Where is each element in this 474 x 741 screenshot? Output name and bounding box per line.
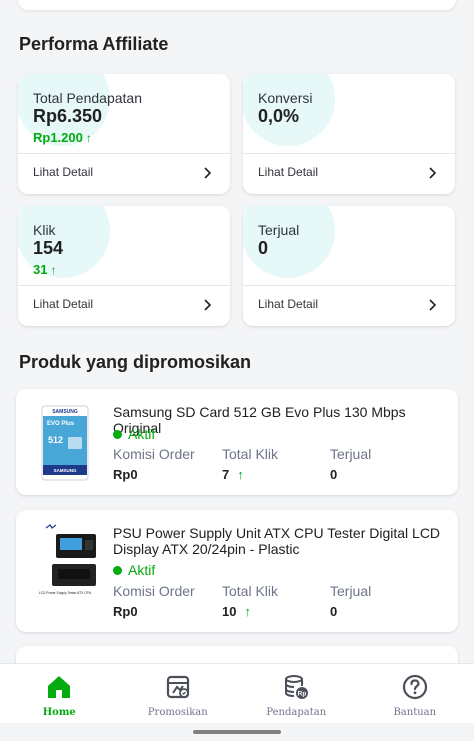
product-status: Aktif [113,562,155,578]
card-divider [243,153,455,154]
arrow-up-icon: ↑ [237,467,244,482]
products-section-title: Produk yang dipromosikan [19,352,252,372]
product-card[interactable]: LCD Power Supply Tester ATX CPU PSU Powe… [16,510,458,632]
status-dot-icon [113,429,122,439]
metric-value: 10 ↑ [222,604,278,619]
metric-label: Komisi Order [113,446,195,462]
metric-value-text: Rp0 [113,604,138,619]
product-image-psu-tester: LCD Power Supply Tester ATX CPU [39,524,96,595]
stat-value: 0,0% [258,106,300,126]
metric-komisi-order: Komisi Order Rp0 [113,446,195,482]
svg-text:Rp: Rp [298,691,307,698]
metric-label: Total Klik [222,446,279,462]
stat-label: Total Pendapatan [33,90,142,106]
metric-komisi-order: Komisi Order Rp0 [113,583,195,619]
metric-value-text: 7 [222,467,230,482]
nav-item-promosikan[interactable]: Promosikan [119,664,238,723]
metric-value: Rp0 [113,467,195,482]
lihat-detail-link[interactable]: Lihat Detail [33,297,93,311]
card-decoration [18,206,110,278]
bottom-navigation: Home Promosikan Rp Pendapatan Bantuan [0,663,474,723]
stat-value: 154 [33,238,64,258]
lihat-detail-link[interactable]: Lihat Detail [258,297,318,311]
performance-section-title: Performa Affiliate [19,34,169,54]
metric-label: Terjual [330,446,372,462]
metric-value-text: 0 [330,604,338,619]
nav-label: Promosikan [147,707,208,718]
thumb-brand: SAMSUNG [52,409,78,415]
nav-label: Pendapatan [266,707,327,718]
metric-label: Komisi Order [113,583,195,599]
lihat-detail-link[interactable]: Lihat Detail [33,165,93,179]
chevron-right-icon[interactable] [425,298,439,312]
nav-item-pendapatan[interactable]: Rp Pendapatan [237,664,356,723]
thumb-caption: LCD Power Supply Tester ATX CPU [39,591,92,595]
metric-value-text: 10 [222,604,237,619]
stat-value: Rp6.350 [33,106,103,126]
nav-item-bantuan[interactable]: Bantuan [356,664,474,723]
metric-label: Terjual [330,583,372,599]
status-label: Aktif [128,562,156,578]
card-decoration [243,206,335,278]
chevron-right-icon[interactable] [425,166,439,180]
stat-card-klik: Klik 154 31 ↑ Lihat Detail [18,206,230,326]
stat-label: Klik [33,222,56,238]
nav-label: Bantuan [393,707,437,718]
metric-total-klik: Total Klik 10 ↑ [222,583,278,619]
thumb-capacity: 512 [48,435,63,445]
arrow-up-icon: ↑ [50,263,57,277]
arrow-up-icon: ↑ [244,604,251,619]
stat-delta-value: 31 [33,262,48,277]
stat-delta: 31 ↑ [33,262,56,277]
metric-total-klik: Total Klik 7 ↑ [222,446,278,482]
card-divider [18,285,230,286]
stat-label: Konversi [258,90,313,106]
metric-value-text: 0 [330,467,338,482]
stat-value: 0 [258,238,269,258]
product-card[interactable]: SAMSUNG EVO Plus 512 SAMSUNG Samsung SD … [16,389,458,495]
chevron-right-icon[interactable] [200,298,214,312]
promote-icon [166,675,189,699]
product-name[interactable]: PSU Power Supply Unit ATX CPU Tester Dig… [113,525,443,557]
metric-value: 0 [330,467,371,482]
stat-delta-value: Rp1.200 [33,130,83,145]
stat-label: Terjual [258,222,300,238]
metric-value: 7 ↑ [222,467,278,482]
status-dot-icon [113,565,122,575]
product-name[interactable]: Samsung SD Card 512 GB Evo Plus 130 Mbps… [113,404,443,436]
thumb-brand-bottom: SAMSUNG [53,468,77,473]
stat-card-total-pendapatan: Total Pendapatan Rp6.350 Rp1.200 ↑ Lihat … [18,74,230,194]
card-divider [18,153,230,154]
chevron-right-icon[interactable] [200,166,214,180]
thumb-line: EVO Plus [47,421,75,427]
product-image-sd-card: SAMSUNG EVO Plus 512 SAMSUNG [41,405,89,481]
coins-icon: Rp [285,675,309,699]
arrow-up-icon: ↑ [85,131,92,145]
nav-label: Home [42,707,76,718]
previous-card-edge [18,0,456,10]
card-divider [243,285,455,286]
status-label: Aktif [128,426,156,442]
stat-card-terjual: Terjual 0 Lihat Detail [243,206,455,326]
metric-terjual: Terjual 0 [330,583,371,619]
system-gesture-area [0,723,474,741]
stat-delta: Rp1.200 ↑ [33,130,92,145]
metric-label: Total Klik [222,583,279,599]
metric-value: 0 [330,604,371,619]
metric-value-text: Rp0 [113,467,138,482]
nav-item-home[interactable]: Home [0,664,119,723]
gesture-handle[interactable] [193,730,281,734]
stat-card-konversi: Konversi 0,0% Lihat Detail [243,74,455,194]
metric-value: Rp0 [113,604,195,619]
metric-terjual: Terjual 0 [330,446,371,482]
help-icon [402,674,427,700]
product-status: Aktif [113,426,155,442]
lihat-detail-link[interactable]: Lihat Detail [258,165,318,179]
home-icon [48,676,71,698]
